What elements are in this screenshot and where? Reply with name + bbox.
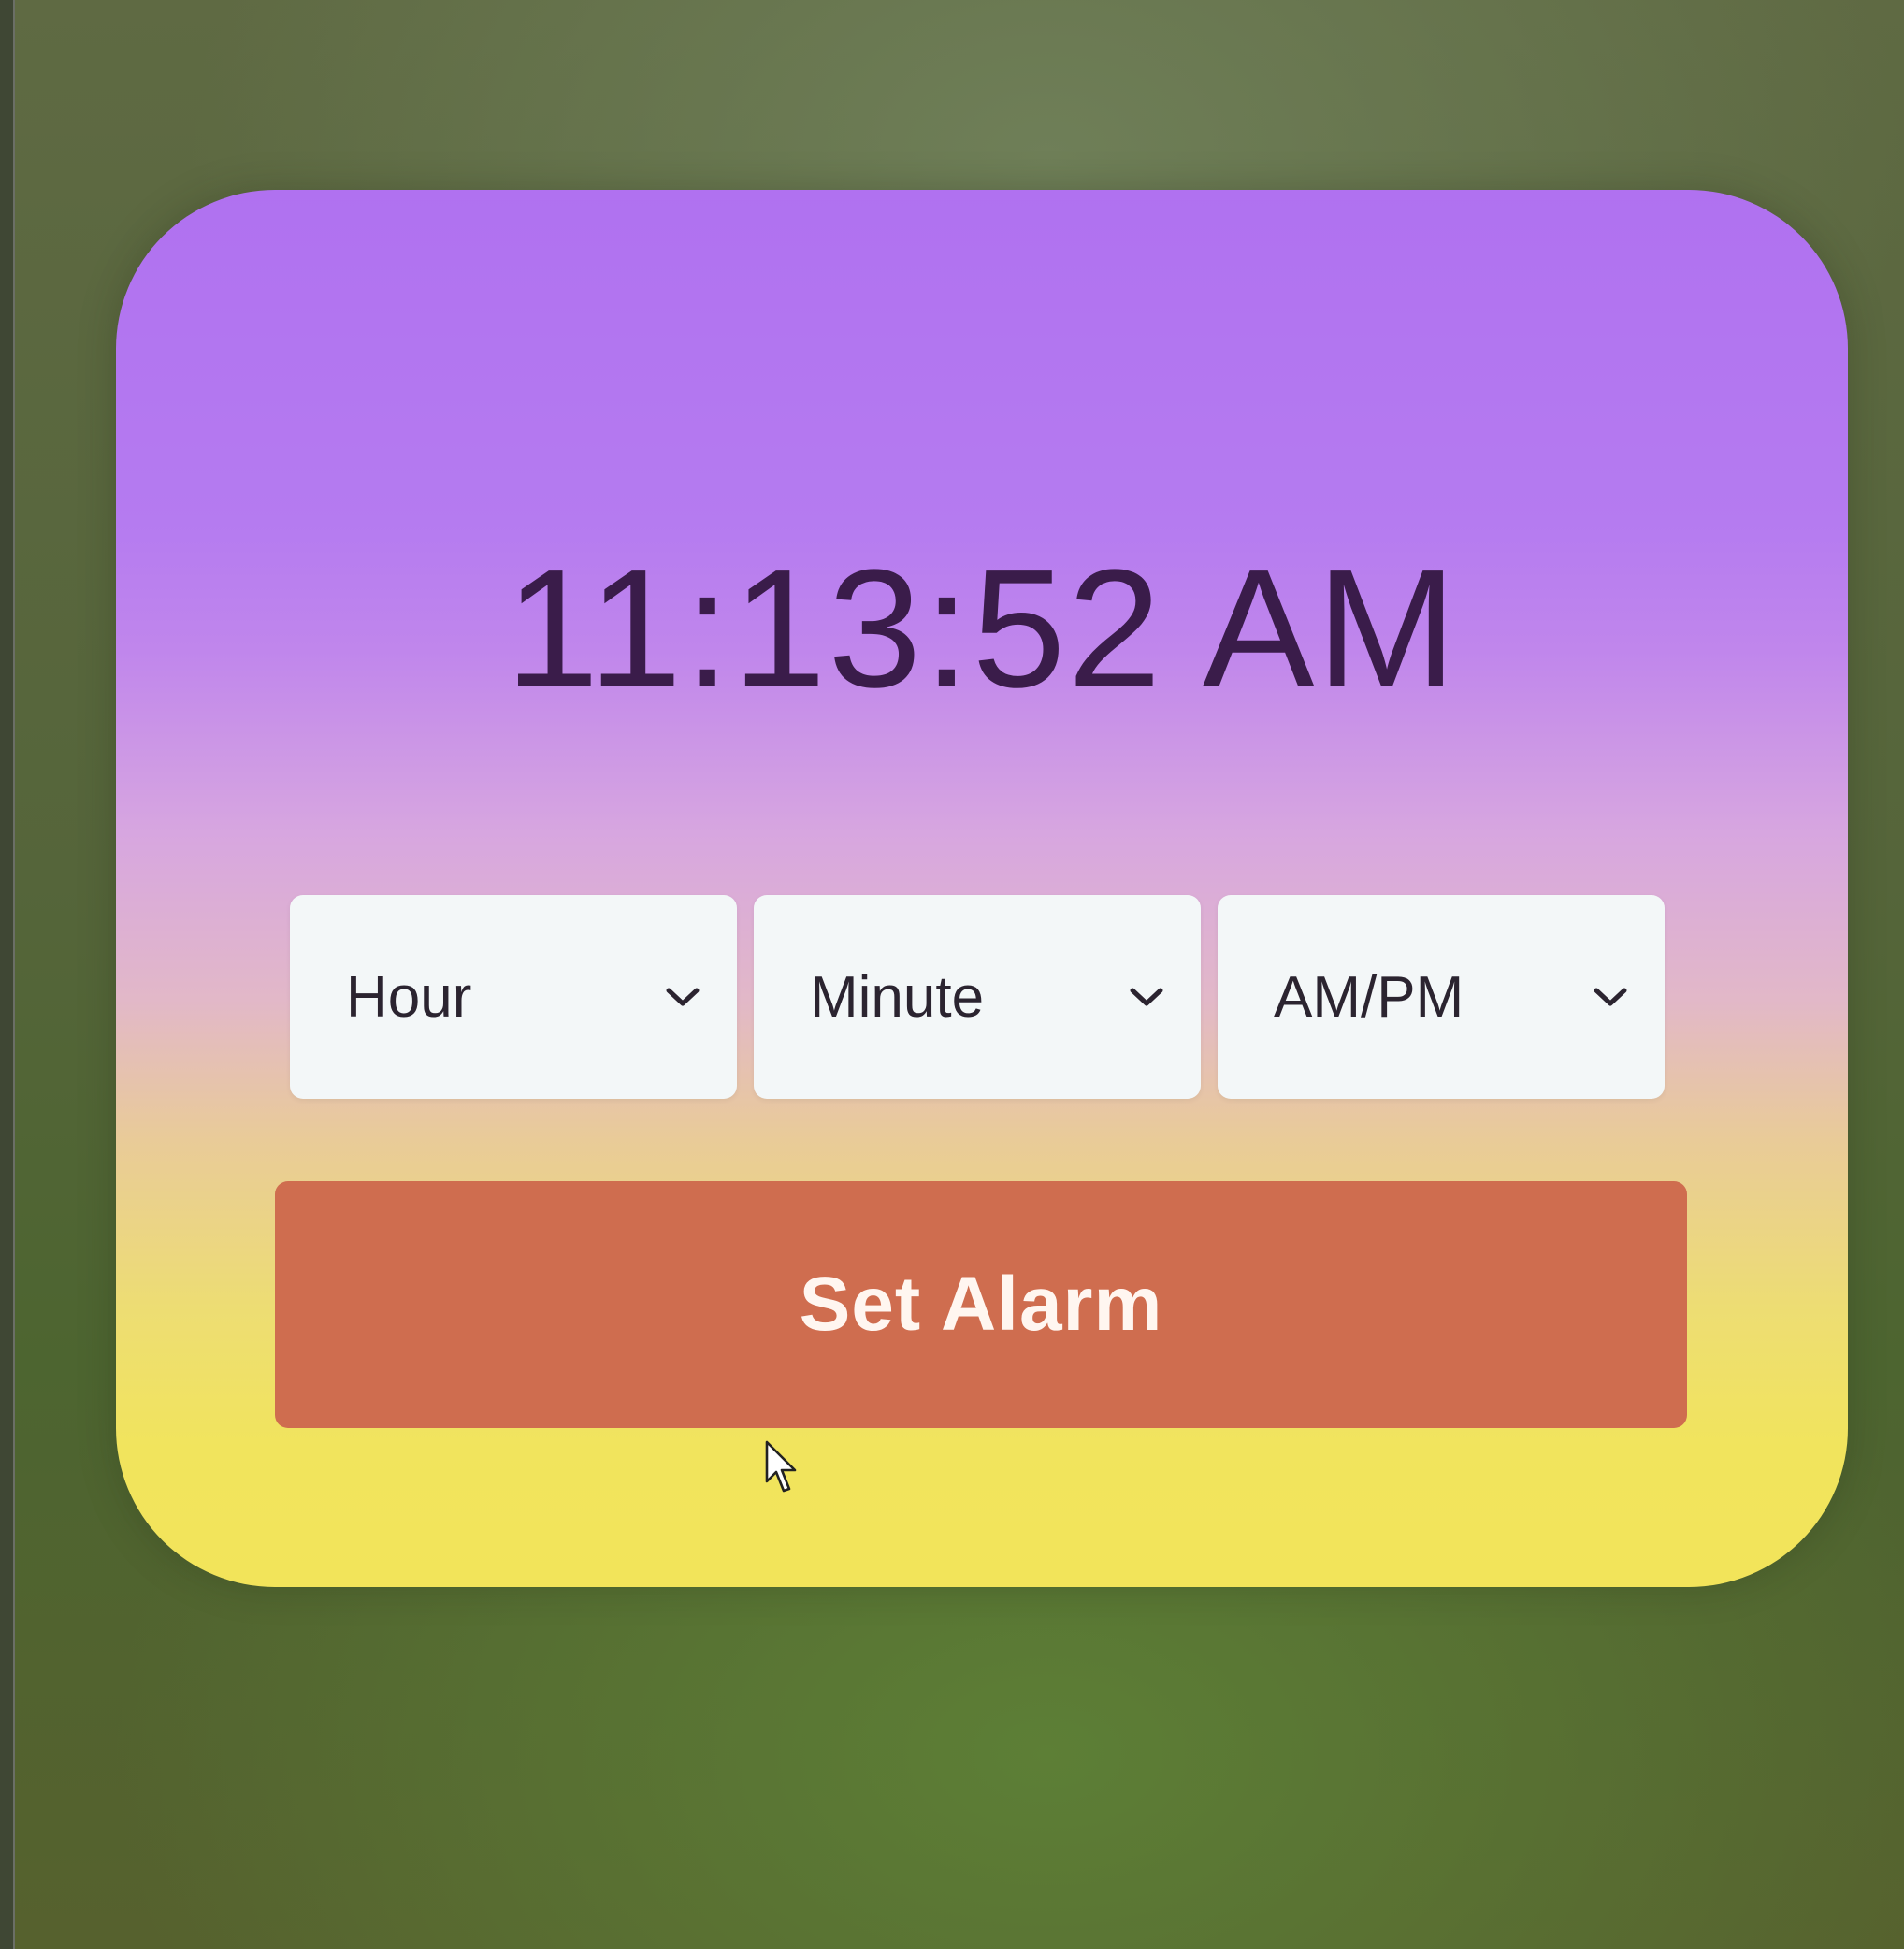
mouse-cursor-icon [765, 1440, 802, 1494]
set-alarm-button[interactable]: Set Alarm [275, 1181, 1687, 1428]
hour-select-value: Hour [346, 964, 472, 1030]
minute-select-value: Minute [810, 964, 985, 1030]
minute-select[interactable]: Minute [754, 895, 1201, 1099]
ampm-select[interactable]: AM/PM [1218, 895, 1665, 1099]
chevron-down-icon [664, 985, 701, 1009]
chevron-down-icon [1592, 985, 1629, 1009]
alarm-clock-card: 11:13:52 AM Hour Minute AM/PM Set Alarm [116, 190, 1848, 1587]
chevron-down-icon [1128, 985, 1165, 1009]
current-time-display: 11:13:52 AM [505, 535, 1459, 723]
alarm-time-selectors: Hour Minute AM/PM [290, 895, 1665, 1099]
ampm-select-value: AM/PM [1274, 964, 1464, 1030]
hour-select[interactable]: Hour [290, 895, 737, 1099]
screen-edge [0, 0, 15, 1949]
